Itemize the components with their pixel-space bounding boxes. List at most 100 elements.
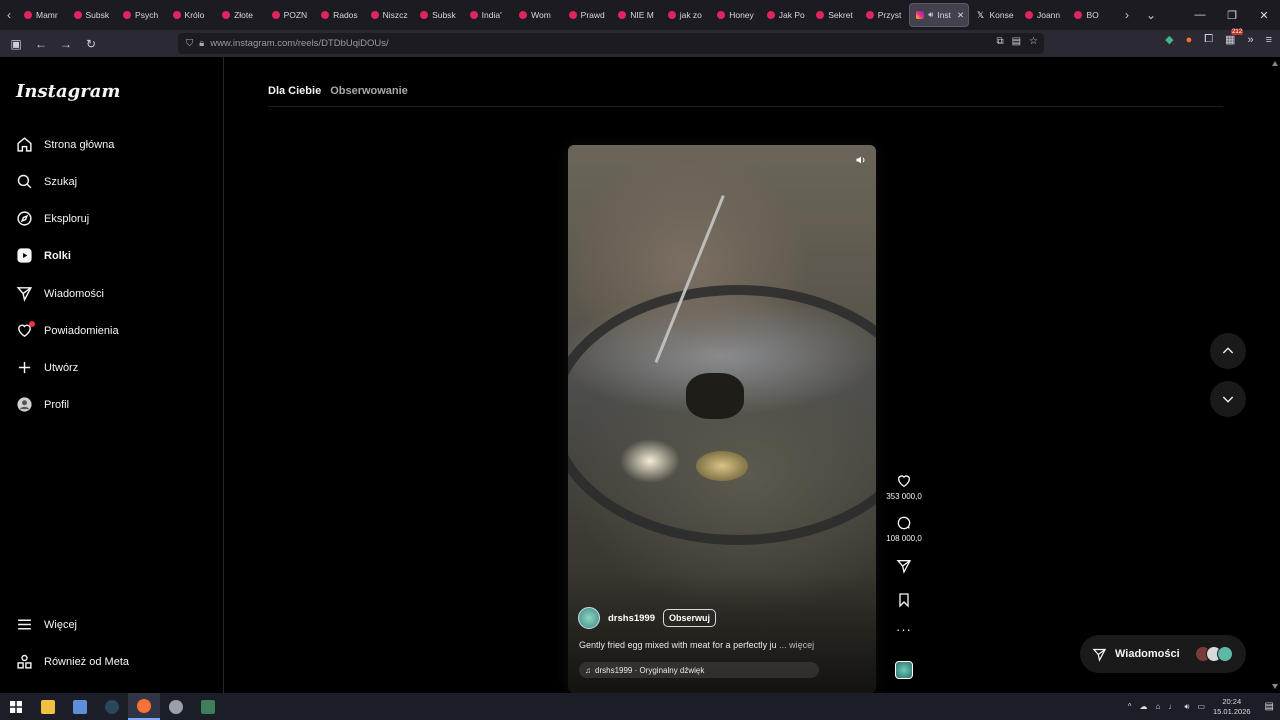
tab-for-you[interactable]: Dla Ciebie [268, 85, 321, 97]
share-action[interactable] [886, 558, 922, 574]
microphone-icon[interactable]: ♩ [1168, 702, 1176, 711]
tab-scroll-left-icon[interactable]: ‹ [0, 0, 18, 30]
reload-icon[interactable]: ↻ [79, 33, 103, 55]
calculator-icon[interactable] [192, 693, 224, 720]
overflow-chevron-icon[interactable]: » [1247, 34, 1253, 46]
browser-tab[interactable]: BO [1068, 3, 1118, 27]
sidebar-item-meta[interactable]: Również od Meta [16, 653, 129, 670]
like-action[interactable]: 353 000,0 [886, 473, 922, 501]
sidebar-item-reels[interactable]: Rolki [16, 247, 71, 264]
computer-icon[interactable] [64, 693, 96, 720]
sidebar-item-home[interactable]: Strona główna [16, 136, 114, 153]
follow-button[interactable]: Obserwuj [663, 609, 717, 627]
sidebar-item-label: Profil [44, 398, 70, 411]
browser-tab[interactable]: Honey [711, 3, 761, 27]
browser-tab[interactable]: India' [464, 3, 514, 27]
youtube-favicon-icon [1024, 11, 1033, 19]
sidebar-item-messages[interactable]: Wiadomości [16, 285, 104, 302]
tray-chevron-icon[interactable]: ^ [1128, 702, 1132, 711]
extension-shield-icon[interactable]: ◆ [1165, 33, 1173, 46]
author-avatar[interactable] [578, 607, 600, 629]
restore-icon[interactable]: ❐ [1216, 0, 1248, 30]
instagram-page: Instagram Strona główna Szukaj Eksploruj… [0, 57, 1280, 693]
browser-tab[interactable]: Jak Po [761, 3, 811, 27]
next-reel-button[interactable] [1210, 381, 1246, 417]
display-icon[interactable]: ▭ [1197, 702, 1205, 711]
author-username[interactable]: drshs1999 [608, 613, 655, 624]
app-icon[interactable] [160, 693, 192, 720]
extension-badge-icon[interactable]: ▦ 212 [1225, 29, 1244, 46]
instagram-logo[interactable]: Instagram [16, 81, 120, 102]
browser-tab[interactable]: jak zo [662, 3, 712, 27]
start-icon[interactable] [0, 693, 32, 720]
sidebar-item-explore[interactable]: Eksploruj [16, 210, 89, 227]
more-options-icon[interactable]: ··· [886, 622, 922, 637]
browser-tab[interactable]: Subsk [414, 3, 464, 27]
clock[interactable]: 20:24 15.01.2026 [1213, 697, 1251, 717]
firefox-icon[interactable] [128, 693, 160, 720]
sidebar-item-more[interactable]: Więcej [16, 616, 77, 633]
browser-tab[interactable]: Złote [216, 3, 266, 27]
browser-tab[interactable]: Wom [513, 3, 563, 27]
sidebar-item-label: Również od Meta [44, 655, 129, 668]
menu-icon[interactable]: ≡ [1266, 34, 1272, 46]
sidebar-item-notifications[interactable]: Powiadomienia [16, 321, 119, 339]
browser-tab[interactable]: Niszcz [365, 3, 415, 27]
browser-tab[interactable]: NIE M [612, 3, 662, 27]
extension-fox-icon[interactable]: ● [1186, 34, 1193, 46]
sidebar-toggle-icon[interactable]: ▣ [4, 33, 28, 55]
messages-pill[interactable]: Wiadomości [1080, 635, 1246, 673]
page-scrollbar[interactable] [1272, 61, 1278, 689]
sidebar-item-create[interactable]: Utwórz [16, 359, 78, 376]
browser-tab[interactable]: Joann [1019, 3, 1069, 27]
compass-icon [17, 211, 32, 226]
chevron-up-icon [1222, 347, 1234, 354]
browser-tab[interactable]: Sekret [810, 3, 860, 27]
lock-icon: 🔒︎ [199, 38, 205, 49]
save-action[interactable] [886, 592, 922, 608]
volume-icon[interactable]: 🔊︎ [1184, 702, 1189, 712]
search-icon [17, 174, 32, 189]
tab-audio-icon[interactable]: 🔊︎ [928, 10, 933, 20]
mute-icon[interactable] [854, 153, 868, 167]
comment-action[interactable]: 108 000,0 [886, 515, 922, 543]
browser-tab[interactable]: 🔊︎ Inst ✕ [909, 3, 970, 27]
browser-tab[interactable]: Królo [167, 3, 217, 27]
file-explorer-icon[interactable] [32, 693, 64, 720]
tab-list-icon[interactable]: ⌄ [1142, 0, 1160, 30]
sidebar-item-profile[interactable]: Profil [16, 396, 69, 413]
picture-in-picture-icon[interactable]: ⧉ [996, 36, 1003, 47]
tab-following[interactable]: Obserwowanie [330, 85, 408, 97]
tab-scroll-right-icon[interactable]: › [1118, 0, 1136, 30]
youtube-favicon-icon [667, 11, 676, 19]
cloud-icon[interactable]: ☁ [1140, 702, 1148, 711]
bookmark-star-icon[interactable]: ☆ [1029, 36, 1038, 47]
tab-close-icon[interactable]: ✕ [957, 10, 964, 21]
address-bar[interactable]: ⛉ 🔒︎ www.instagram.com/reels/DTDbUqiDOUs… [178, 33, 1044, 54]
forward-icon[interactable]: → [54, 33, 78, 55]
browser-tab[interactable]: Rados [315, 3, 365, 27]
reel-video[interactable]: drshs1999 Obserwuj Gently fried egg mixe… [568, 145, 876, 693]
notification-center-icon[interactable]: ▤ [1265, 701, 1274, 712]
browser-tab[interactable]: Przyst [860, 3, 910, 27]
browser-tab[interactable]: 𝕏 Konse [969, 3, 1019, 27]
browser-tab[interactable]: Mamr [18, 3, 68, 27]
minimize-icon[interactable]: — [1184, 0, 1216, 30]
browser-tab[interactable]: Psych [117, 3, 167, 27]
audio-thumbnail[interactable] [895, 661, 913, 679]
reel-audio[interactable]: ♫ drshs1999 · Oryginalny dźwięk [579, 662, 819, 678]
browser-tab[interactable]: Prawd [563, 3, 613, 27]
steam-icon[interactable] [96, 693, 128, 720]
clock-date: 15.01.2026 [1213, 706, 1251, 716]
caption-more-link[interactable]: ... więcej [779, 640, 814, 650]
extensions-icon[interactable]: ⧠ [1204, 33, 1213, 46]
back-icon[interactable]: ← [29, 33, 53, 55]
browser-tab[interactable]: Subsk [68, 3, 118, 27]
previous-reel-button[interactable] [1210, 333, 1246, 369]
browser-tab[interactable]: POZN [266, 3, 316, 27]
sidebar-item-search[interactable]: Szukaj [16, 173, 77, 190]
browser-tab-label: India' [481, 10, 502, 20]
network-icon[interactable]: ⌂ [1156, 702, 1161, 711]
reader-view-icon[interactable]: ▤ [1012, 36, 1021, 47]
close-window-icon[interactable]: ✕ [1248, 0, 1280, 30]
